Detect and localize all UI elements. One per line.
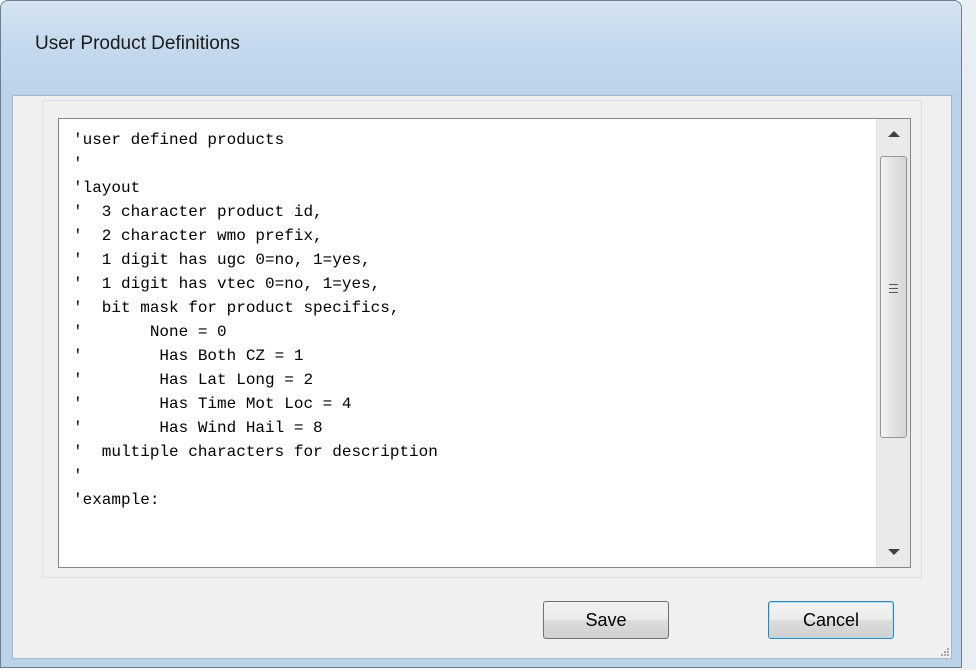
- text-line: 'layout: [73, 179, 141, 197]
- text-line: ': [73, 155, 83, 173]
- cancel-button[interactable]: Cancel: [768, 601, 894, 639]
- text-line: ': [73, 467, 83, 485]
- text-line: ' Has Lat Long = 2: [73, 371, 314, 389]
- editor-group-box: 'user defined products ' 'layout ' 3 charac…: [42, 100, 922, 578]
- text-line: ' None = 0: [73, 323, 227, 341]
- resize-grip-icon[interactable]: [939, 646, 949, 656]
- title-bar[interactable]: User Product Definitions: [1, 1, 961, 93]
- text-line: ' 1 digit has ugc 0=no, 1=yes,: [73, 251, 371, 269]
- text-line: ' 1 digit has vtec 0=no, 1=yes,: [73, 275, 381, 293]
- text-line: ' Has Both CZ = 1: [73, 347, 304, 365]
- definitions-text-area[interactable]: 'user defined products ' 'layout ' 3 charac…: [58, 118, 911, 568]
- dialog-client-area: 'user defined products ' 'layout ' 3 charac…: [12, 95, 952, 659]
- text-line: ' Has Wind Hail = 8: [73, 419, 323, 437]
- scrollbar-thumb[interactable]: [880, 156, 907, 438]
- vertical-scrollbar[interactable]: [876, 119, 910, 567]
- scroll-down-button[interactable]: [877, 539, 910, 567]
- scroll-up-button[interactable]: [877, 119, 910, 147]
- text-line: 'example:: [73, 491, 160, 509]
- text-line: 'user defined products: [73, 131, 285, 149]
- scroll-down-arrow-icon: [888, 549, 900, 555]
- thumb-grip-icon: [889, 284, 898, 294]
- definitions-text: 'user defined products ' 'layout ' 3 charac…: [73, 128, 872, 512]
- text-line: ' multiple characters for description: [73, 443, 438, 461]
- scroll-up-arrow-icon: [888, 131, 900, 137]
- text-line: ' bit mask for product specifics,: [73, 299, 400, 317]
- text-line: ' 3 character product id,: [73, 203, 323, 221]
- text-line: ' 2 character wmo prefix,: [73, 227, 323, 245]
- desktop-backdrop: [962, 0, 976, 670]
- dialog-window: User Product Definitions 'user defined p…: [0, 0, 962, 668]
- save-button[interactable]: Save: [543, 601, 669, 639]
- text-line: ' Has Time Mot Loc = 4: [73, 395, 352, 413]
- window-title: User Product Definitions: [35, 33, 240, 54]
